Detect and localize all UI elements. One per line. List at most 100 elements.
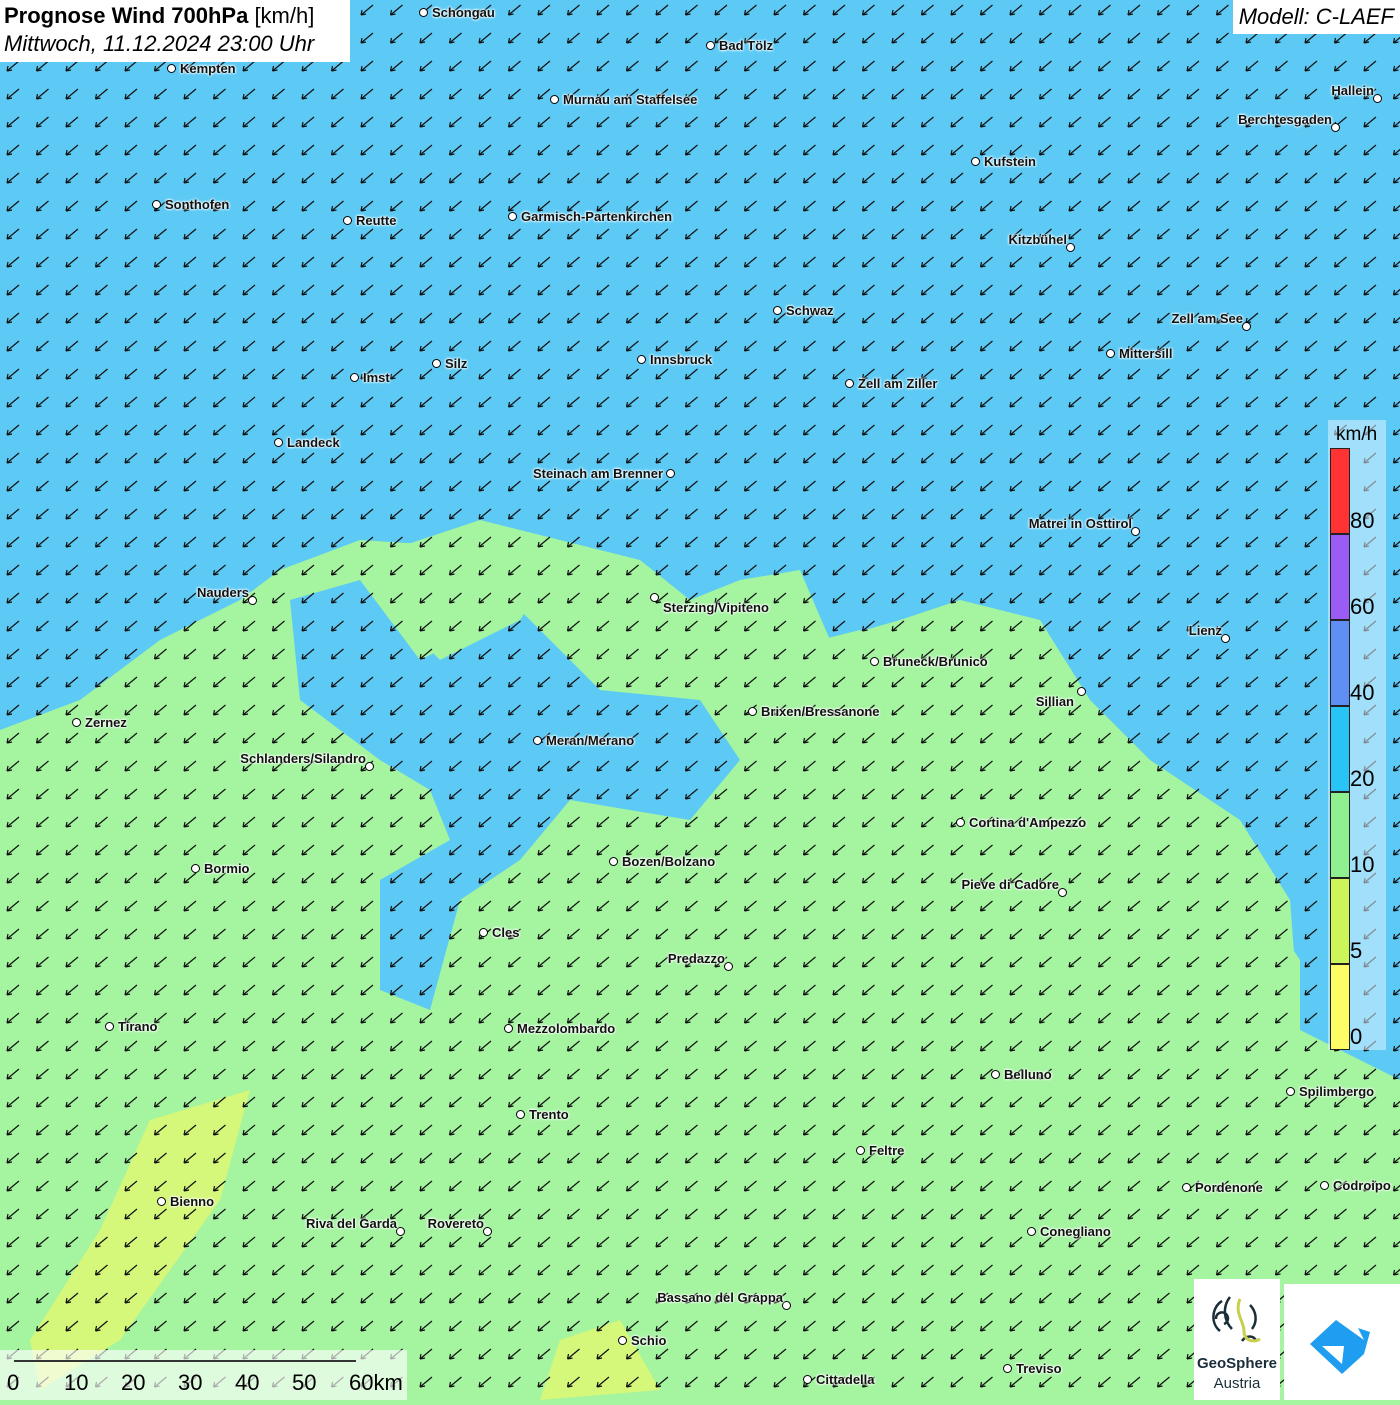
city-marker (748, 707, 757, 716)
city-marker (365, 762, 374, 771)
city-label: Steinach am Brenner (533, 466, 663, 481)
city-marker (782, 1301, 791, 1310)
city-label: Schwaz (786, 303, 834, 318)
city-marker (105, 1022, 114, 1031)
legend-swatch (1330, 792, 1350, 878)
city-label: Bad Tölz (719, 38, 773, 53)
city-marker (773, 306, 782, 315)
city-label: Mezzolombardo (517, 1021, 615, 1036)
legend-swatch (1330, 534, 1350, 620)
city-label: Zell am Ziller (858, 376, 937, 391)
city-marker (483, 1227, 492, 1236)
city-marker (618, 1336, 627, 1345)
scale-tick: 60km (349, 1370, 403, 1396)
city-label: Schongau (432, 5, 495, 20)
city-label: Imst (363, 370, 390, 385)
city-label: Trento (529, 1107, 569, 1122)
city-label: Lienz (1189, 623, 1222, 638)
city-label: Innsbruck (650, 352, 712, 367)
city-marker (157, 1197, 166, 1206)
city-label: Meran/Merano (546, 733, 634, 748)
city-marker (419, 8, 428, 17)
city-label: Pieve di Cadore (961, 877, 1059, 892)
city-marker (1027, 1227, 1036, 1236)
city-marker (637, 355, 646, 364)
city-label: Schio (631, 1333, 666, 1348)
city-marker (479, 928, 488, 937)
city-label: Belluno (1004, 1067, 1052, 1082)
city-label: Riva del Garda (306, 1216, 397, 1231)
city-label: Nauders (197, 585, 249, 600)
legend-swatch (1330, 448, 1350, 534)
city-label: Bormio (204, 861, 250, 876)
legend-label: 20 (1350, 766, 1374, 792)
city-marker (1221, 634, 1230, 643)
geosphere-name: GeoSphere (1194, 1355, 1280, 1372)
partner-logo (1284, 1284, 1400, 1400)
city-label: Pordenone (1195, 1180, 1263, 1195)
color-legend: km/h 806040201050 (1328, 420, 1386, 1050)
city-marker (1373, 94, 1382, 103)
city-label: Treviso (1016, 1361, 1062, 1376)
city-label: Zell am See (1171, 311, 1243, 326)
city-marker (1182, 1183, 1191, 1192)
scale-tick: 30 (178, 1370, 202, 1396)
city-label: Berchtesgaden (1238, 112, 1332, 127)
city-label: Silz (445, 356, 467, 371)
scale-bar: 0102030405060km (0, 1350, 407, 1400)
city-marker (706, 41, 715, 50)
model-label: Modell: C-LAEF (1233, 0, 1400, 34)
city-marker (350, 373, 359, 382)
city-marker (724, 962, 733, 971)
city-label: Conegliano (1040, 1224, 1111, 1239)
scale-tick: 40 (235, 1370, 259, 1396)
city-marker (1242, 322, 1251, 331)
city-marker (191, 864, 200, 873)
city-marker (432, 359, 441, 368)
city-label: Murnau am Staffelsee (563, 92, 697, 107)
mountain-cloud-logo-icon (1284, 1284, 1400, 1400)
forecast-datetime: Mittwoch, 11.12.2024 23:00 Uhr (4, 31, 346, 57)
city-marker (550, 95, 559, 104)
city-label: Matrei in Osttirol (1029, 516, 1132, 531)
city-marker (609, 857, 618, 866)
city-marker (396, 1227, 405, 1236)
city-label: Garmisch-Partenkirchen (521, 209, 672, 224)
city-marker (1077, 687, 1086, 696)
city-label: Feltre (869, 1143, 904, 1158)
city-label: Hallein (1331, 83, 1374, 98)
title-box: Prognose Wind 700hPa [km/h] Mittwoch, 11… (0, 0, 350, 62)
legend-swatch (1330, 964, 1350, 1050)
map-title: Prognose Wind 700hPa (4, 3, 248, 28)
city-label: Brixen/Bressanone (761, 704, 880, 719)
city-marker (856, 1146, 865, 1155)
city-marker (533, 736, 542, 745)
geosphere-emblem-icon (1194, 1279, 1280, 1359)
city-marker (971, 157, 980, 166)
city-label: Bozen/Bolzano (622, 854, 715, 869)
legend-label: 60 (1350, 594, 1374, 620)
city-marker (152, 200, 161, 209)
scale-tick: 0 (7, 1370, 19, 1396)
city-marker (956, 818, 965, 827)
city-marker (1058, 888, 1067, 897)
city-marker (72, 718, 81, 727)
city-marker (1320, 1181, 1329, 1190)
geosphere-country: Austria (1194, 1375, 1280, 1392)
city-marker (274, 438, 283, 447)
legend-label: 80 (1350, 508, 1374, 534)
city-marker (508, 212, 517, 221)
city-marker (343, 216, 352, 225)
legend-unit: km/h (1336, 424, 1377, 446)
city-marker (1066, 243, 1075, 252)
city-marker (1106, 349, 1115, 358)
geosphere-logo: GeoSphere Austria (1194, 1279, 1280, 1400)
legend-label: 40 (1350, 680, 1374, 706)
city-label: Tirano (118, 1019, 158, 1034)
city-marker (870, 657, 879, 666)
city-label: Bienno (170, 1194, 214, 1209)
city-label: Mittersill (1119, 346, 1172, 361)
city-marker (167, 64, 176, 73)
city-label: Cles (492, 925, 519, 940)
city-marker (1131, 527, 1140, 536)
